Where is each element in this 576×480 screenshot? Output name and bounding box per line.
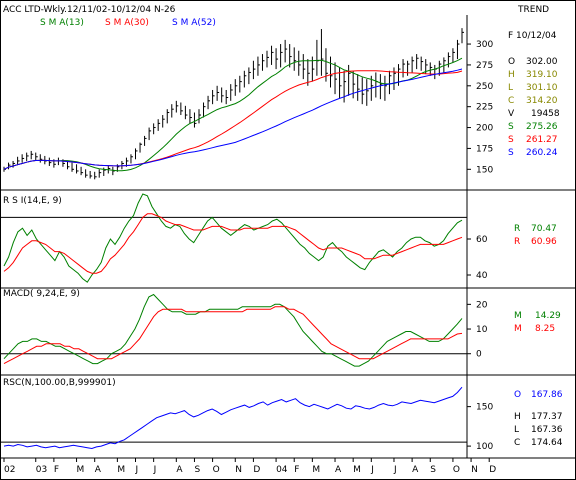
x-tick-label: A [335, 465, 342, 475]
y-tick-label: 200 [476, 124, 493, 134]
readout-high: 319.10 [526, 70, 558, 80]
readout-date: F 10/12/04 [508, 31, 557, 41]
macd-readout-key: M [514, 311, 522, 321]
x-tick-label: M [353, 465, 361, 475]
x-tick-label: O [453, 465, 460, 475]
rsc-series-0 [3, 386, 463, 450]
macd-label: MACD( 9,24,E, 9) [3, 289, 80, 299]
x-tick-label: N [471, 465, 478, 475]
macd-signal-key: M [514, 324, 522, 334]
readout-sma30: 261.27 [526, 135, 558, 145]
readout-volume: 19458 [531, 109, 560, 119]
y-tick-label: 275 [476, 61, 493, 71]
x-tick-label: F [54, 465, 59, 475]
x-tick-label: J [370, 465, 374, 475]
x-tick-label: N [235, 465, 242, 475]
legend-sma30: S M A(30) [105, 18, 149, 28]
x-tick-label: A [95, 465, 102, 475]
rsi-signal-value: 60.96 [531, 237, 557, 247]
rsc-readout-open: 167.86 [531, 390, 563, 400]
price-readout: F 10/12/04 O 302.00 H 319.10 L 301.10 C … [508, 31, 560, 158]
x-tick-label: M [312, 465, 320, 475]
chart-title: ACC LTD-Wkly.12/11/02-10/12/04 N-26 [3, 5, 176, 15]
rsi-series-0 [3, 193, 463, 283]
rsc-readout: O 167.86 H 177.37 L 167.36 C 174.64 [514, 390, 563, 448]
rsi-readout-key: R [514, 224, 520, 234]
x-tick-label: 02 [4, 465, 15, 475]
x-tick-label: M [77, 465, 85, 475]
x-tick-label: J [153, 465, 157, 475]
y-tick-label: 175 [476, 144, 493, 154]
rsc-readout-high: 177.37 [531, 412, 563, 422]
rsi-series-1 [3, 213, 463, 274]
readout-volume-key: V [508, 109, 515, 119]
x-tick-label: F [294, 465, 299, 475]
trend-chart: ACC LTD-Wkly.12/11/02-10/12/04 N-26 TREN… [0, 0, 576, 480]
sma13-line [3, 57, 463, 172]
y-tick-label: 0 [476, 350, 482, 360]
rsi-readout: R 70.47 R 60.96 [514, 224, 557, 247]
y-axis-ticks: 150 175 200 225 250 275 300 40 60 0 10 20 100 150 [467, 40, 493, 452]
macd-series-1 [3, 306, 463, 365]
y-tick-label: 150 [476, 403, 493, 413]
legend-sma13: S M A(13) [40, 18, 84, 28]
readout-low: 301.10 [526, 83, 558, 93]
rsi-label: R S I(14,E, 9) [3, 196, 62, 206]
x-tick-label: A [176, 465, 183, 475]
rsc-label: RSC(N,100.00,B,999901) [3, 378, 116, 388]
macd-readout-value: 14.29 [535, 311, 561, 321]
x-tick-label: M [117, 465, 125, 475]
y-tick-label: 20 [476, 300, 488, 310]
y-tick-label: 150 [476, 165, 493, 175]
sma30-line [3, 70, 463, 170]
readout-sma13-key: S [508, 122, 514, 132]
y-tick-label: 100 [476, 442, 493, 452]
x-tick-label: 03 [36, 465, 47, 475]
legend-sma52: S M A(52) [172, 18, 216, 28]
y-tick-label: 60 [476, 235, 488, 245]
rsc-readout-high-key: H [514, 412, 521, 422]
rsc-readout-close-key: C [514, 438, 520, 448]
y-tick-label: 300 [476, 40, 493, 50]
x-tick-label: D [253, 465, 260, 475]
readout-open-key: O [508, 57, 515, 67]
readout-close: 314.20 [526, 96, 558, 106]
x-tick-label: A [412, 465, 419, 475]
x-tick-label: S [430, 465, 436, 475]
macd-series-0 [3, 293, 463, 367]
y-tick-label: 225 [476, 103, 493, 113]
x-tick-label: 04 [276, 465, 288, 475]
x-tick-label: S [194, 465, 200, 475]
x-tick-label: D [489, 465, 496, 475]
readout-low-key: L [508, 83, 513, 93]
y-tick-label: 250 [476, 82, 493, 92]
macd-readout: M 14.29 M 8.25 [514, 311, 561, 334]
rsi-readout-value: 70.47 [531, 224, 557, 234]
readout-sma13: 275.26 [526, 122, 558, 132]
trend-label: TREND [517, 5, 549, 15]
y-tick-label: 40 [476, 271, 488, 281]
macd-signal-value: 8.25 [535, 324, 555, 334]
x-axis: 02 03 F M A M J J A S O N D 04 F M A M J J A S O N D [3, 458, 496, 475]
readout-open: 302.00 [526, 57, 558, 67]
readout-high-key: H [508, 70, 515, 80]
y-tick-label: 10 [476, 325, 488, 335]
rsc-readout-low: 167.36 [531, 425, 563, 435]
x-tick-label: J [135, 465, 139, 475]
rsi-signal-key: R [514, 237, 520, 247]
readout-sma30-key: S [508, 135, 514, 145]
x-tick-label: J [393, 465, 397, 475]
rsc-readout-close: 174.64 [531, 438, 563, 448]
rsc-readout-low-key: L [514, 425, 519, 435]
readout-close-key: C [508, 96, 514, 106]
rsc-readout-open-key: O [514, 390, 521, 400]
readout-sma52-key: S [508, 148, 514, 158]
x-tick-label: O [213, 465, 220, 475]
readout-sma52: 260.24 [526, 148, 558, 158]
